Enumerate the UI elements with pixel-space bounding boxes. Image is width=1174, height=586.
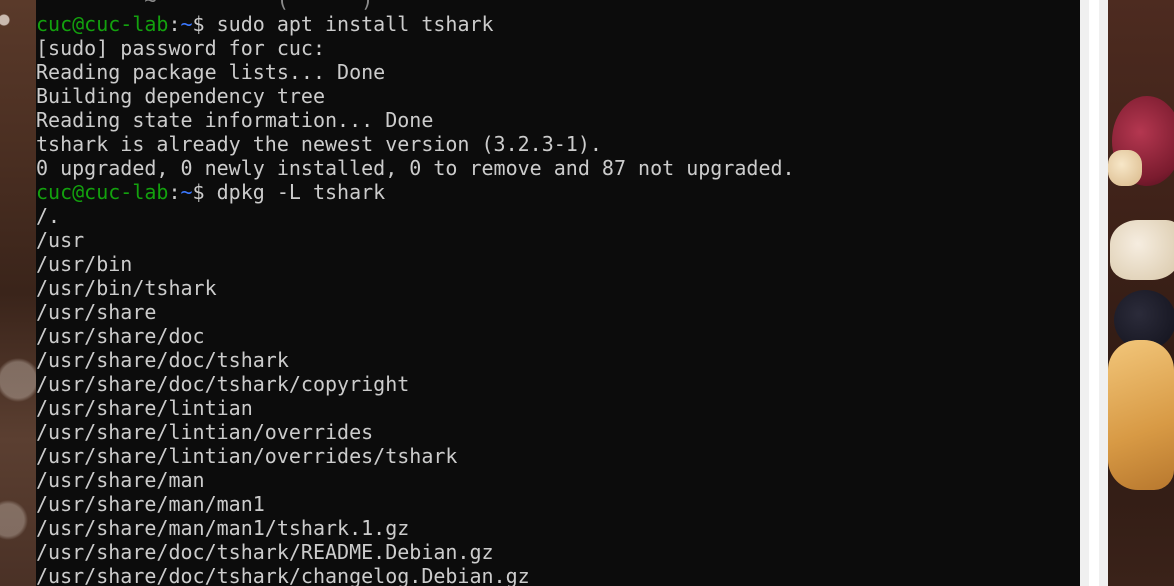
output-line: /usr/share/man/man1/tshark.1.gz xyxy=(36,516,795,540)
prompt-line: cuc@cuc-lab:~$ dpkg -L tshark xyxy=(36,180,795,204)
output-text: /usr/share xyxy=(36,300,157,324)
output-line: /usr/share xyxy=(36,300,795,324)
output-line: /usr/bin/tshark xyxy=(36,276,795,300)
prompt-line: cuc@cuc-lab:~$ sudo apt install tshark xyxy=(36,12,795,36)
output-line: /usr/share/lintian/overrides/tshark xyxy=(36,444,795,468)
prompt-symbol: $ xyxy=(192,180,217,204)
output-line: /usr/share/doc/tshark/changelog.Debian.g… xyxy=(36,564,795,586)
prompt-path: ~ xyxy=(180,12,193,36)
output-text: /usr/share/man/man1/tshark.1.gz xyxy=(36,516,410,540)
terminal-scrollbar[interactable] xyxy=(1080,0,1108,586)
desktop-wallpaper-right xyxy=(1108,0,1174,586)
output-text: /usr/share/doc/tshark xyxy=(36,348,289,372)
prompt-user-host: cuc@cuc-lab xyxy=(36,180,169,204)
output-text: /usr/share/lintian/overrides xyxy=(36,420,374,444)
output-line: /usr xyxy=(36,228,795,252)
output-text: /usr/share/lintian xyxy=(36,396,253,420)
scrollbar-thumb[interactable] xyxy=(1089,0,1099,586)
prompt-symbol: $ xyxy=(192,12,217,36)
output-text: /usr/share/doc xyxy=(36,324,205,348)
output-line: /usr/share/lintian xyxy=(36,396,795,420)
output-line: /usr/bin xyxy=(36,252,795,276)
prompt-colon: : xyxy=(168,180,181,204)
output-text: /usr/bin xyxy=(36,252,133,276)
terminal-window[interactable]: ~ ( ) cuc@cuc-lab:~$ sudo apt install tsh… xyxy=(36,0,1080,586)
output-text: ~ ( ) xyxy=(36,0,374,12)
command-text: sudo apt install tshark xyxy=(216,12,494,36)
output-text: [sudo] password for cuc: xyxy=(36,36,325,60)
output-line: /usr/share/doc/tshark/copyright xyxy=(36,372,795,396)
output-line: /usr/share/doc/tshark/README.Debian.gz xyxy=(36,540,795,564)
output-line: [sudo] password for cuc: xyxy=(36,36,795,60)
pastry-image xyxy=(1110,220,1174,280)
output-line: /usr/share/lintian/overrides xyxy=(36,420,795,444)
output-text: /usr/share/man/man1 xyxy=(36,492,265,516)
partial-line: ~ ( ) xyxy=(36,0,795,12)
output-text: 0 upgraded, 0 newly installed, 0 to remo… xyxy=(36,156,795,180)
desktop-wallpaper-left xyxy=(0,0,36,586)
output-text: /. xyxy=(36,204,61,228)
output-line: /usr/share/man/man1 xyxy=(36,492,795,516)
output-line: Reading state information... Done xyxy=(36,108,795,132)
prompt-colon: : xyxy=(168,12,181,36)
prompt-user-host: cuc@cuc-lab xyxy=(36,12,169,36)
pastry-image xyxy=(1108,150,1142,186)
output-line: Building dependency tree xyxy=(36,84,795,108)
output-line: /usr/share/doc/tshark xyxy=(36,348,795,372)
output-text: Building dependency tree xyxy=(36,84,325,108)
output-text: /usr/share/man xyxy=(36,468,205,492)
command-text: dpkg -L tshark xyxy=(216,180,386,204)
output-line: tshark is already the newest version (3.… xyxy=(36,132,795,156)
output-line: Reading package lists... Done xyxy=(36,60,795,84)
output-line: /. xyxy=(36,204,795,228)
output-text: Reading state information... Done xyxy=(36,108,434,132)
output-line: 0 upgraded, 0 newly installed, 0 to remo… xyxy=(36,156,795,180)
output-line: /usr/share/doc xyxy=(36,324,795,348)
output-line: /usr/share/man xyxy=(36,468,795,492)
output-text: Reading package lists... Done xyxy=(36,60,386,84)
prompt-path: ~ xyxy=(180,180,193,204)
pastry-image xyxy=(1108,340,1174,490)
output-text: /usr xyxy=(36,228,85,252)
output-text: /usr/share/lintian/overrides/tshark xyxy=(36,444,458,468)
output-text: /usr/bin/tshark xyxy=(36,276,217,300)
output-text: /usr/share/doc/tshark/README.Debian.gz xyxy=(36,540,494,564)
output-text: /usr/share/doc/tshark/changelog.Debian.g… xyxy=(36,564,530,586)
output-text: tshark is already the newest version (3.… xyxy=(36,132,602,156)
terminal-output: ~ ( ) cuc@cuc-lab:~$ sudo apt install tsh… xyxy=(36,0,795,586)
output-text: /usr/share/doc/tshark/copyright xyxy=(36,372,410,396)
